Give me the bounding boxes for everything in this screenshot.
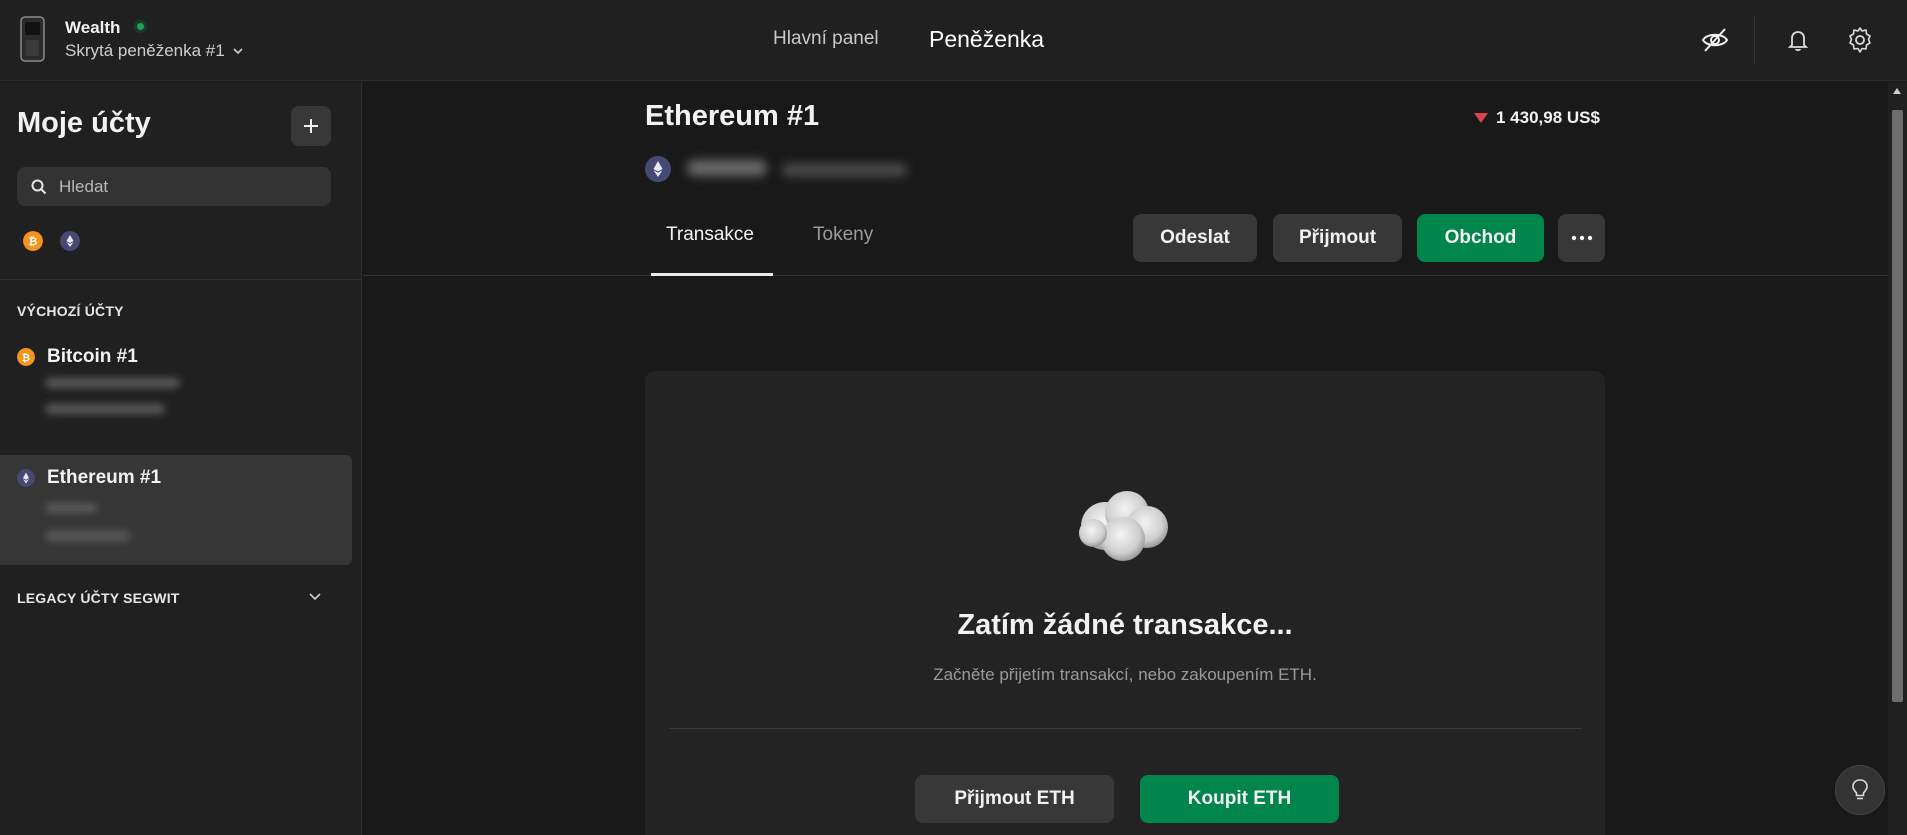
section-default-accounts: VÝCHOZÍ ÚČTY xyxy=(17,303,124,319)
buy-eth-button[interactable]: Koupit ETH xyxy=(1140,775,1339,823)
app-window: Wealth Skrytá peněženka #1 Hlavní panel … xyxy=(0,0,1907,835)
more-actions-button[interactable] xyxy=(1558,214,1605,262)
bitcoin-filter-icon[interactable]: ₿ xyxy=(23,231,43,251)
empty-transactions-card: Zatím žádné transakce... Začněte přijetí… xyxy=(645,371,1605,835)
svg-text:₿: ₿ xyxy=(22,352,30,364)
bitcoin-icon: ₿ xyxy=(17,348,35,366)
accounts-sidebar: Moje účty ₿ VÝCHOZÍ ÚČTY xyxy=(0,82,362,835)
scroll-up-arrow-icon[interactable] xyxy=(1893,88,1901,94)
hidden-balance xyxy=(45,378,180,388)
add-account-button[interactable] xyxy=(291,106,331,146)
account-item-ethereum[interactable]: Ethereum #1 xyxy=(0,455,352,565)
sidebar-divider xyxy=(0,279,361,280)
section-legacy-segwit: LEGACY ÚČTY SEGWIT xyxy=(17,590,180,606)
gear-icon[interactable] xyxy=(1845,25,1875,55)
account-name: Ethereum #1 xyxy=(47,467,162,488)
scrollbar[interactable] xyxy=(1888,82,1907,835)
active-tab-indicator xyxy=(651,273,773,276)
tab-tokens[interactable]: Tokeny xyxy=(813,224,873,246)
search-icon xyxy=(31,179,47,194)
top-bar: Wealth Skrytá peněženka #1 Hlavní panel … xyxy=(0,0,1907,81)
tab-transactions[interactable]: Transakce xyxy=(666,224,754,246)
chevron-down-icon[interactable] xyxy=(307,588,323,604)
plus-icon xyxy=(304,119,318,133)
scrollbar-thumb[interactable] xyxy=(1892,110,1903,702)
more-icon xyxy=(1571,235,1592,241)
tabs-divider xyxy=(363,275,1888,276)
hidden-fiat-balance xyxy=(45,404,165,414)
search-input[interactable] xyxy=(59,176,299,197)
account-item-bitcoin[interactable]: ₿ Bitcoin #1 xyxy=(0,336,352,432)
wallet-selector[interactable]: Skrytá peněženka #1 xyxy=(65,41,245,61)
sidebar-title: Moje účty xyxy=(17,107,151,139)
nav-wallet[interactable]: Peněženka xyxy=(929,26,1044,53)
lightbulb-icon xyxy=(1852,779,1868,800)
ethereum-icon xyxy=(17,469,35,487)
account-title: Ethereum #1 xyxy=(645,100,820,132)
cloud-icon xyxy=(1079,491,1168,561)
tips-button[interactable] xyxy=(1835,765,1885,815)
account-name: Bitcoin #1 xyxy=(47,346,138,367)
card-divider xyxy=(669,728,1581,729)
send-button[interactable]: Odeslat xyxy=(1133,214,1257,262)
hidden-fiat-balance xyxy=(782,164,907,176)
trend-down-icon xyxy=(1474,113,1488,123)
nav-dashboard[interactable]: Hlavní panel xyxy=(773,28,879,50)
ethereum-icon xyxy=(645,156,671,182)
wallet-name: Wealth xyxy=(65,18,121,37)
empty-state-subtitle: Začněte přijetím transakcí, nebo zakoupe… xyxy=(933,665,1317,684)
empty-state-title: Zatím žádné transakce... xyxy=(957,609,1293,641)
device-icon xyxy=(20,16,45,62)
balance-change-value: 1 430,98 US$ xyxy=(1496,108,1600,127)
account-search xyxy=(17,167,331,206)
receive-button[interactable]: Přijmout xyxy=(1273,214,1402,262)
trade-button[interactable]: Obchod xyxy=(1417,214,1544,262)
top-bar-divider xyxy=(1754,16,1755,64)
receive-eth-button[interactable]: Přijmout ETH xyxy=(915,775,1114,823)
chevron-down-icon xyxy=(233,48,243,55)
svg-text:₿: ₿ xyxy=(29,235,38,248)
hide-balances-icon[interactable] xyxy=(1700,25,1730,55)
hidden-fiat-balance xyxy=(45,531,130,541)
connection-status-dot xyxy=(137,23,144,30)
balance-change: 1 430,98 US$ xyxy=(1474,108,1600,128)
wallet-selector-label: Skrytá peněženka #1 xyxy=(65,41,225,60)
ethereum-filter-icon[interactable] xyxy=(60,231,80,251)
hidden-crypto-balance xyxy=(687,160,767,176)
hidden-balance xyxy=(45,503,97,513)
bell-icon[interactable] xyxy=(1783,25,1813,55)
